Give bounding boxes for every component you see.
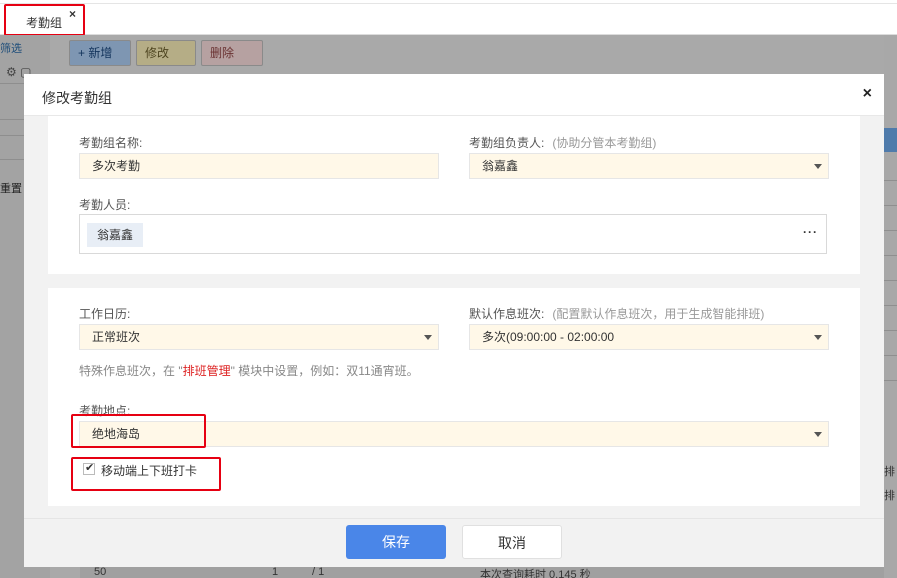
table-cell: 排 [884, 490, 895, 502]
dialog-title: 修改考勤组 [42, 90, 112, 106]
members-label: 考勤人员: [79, 198, 131, 212]
default-shift-value: 多次(09:00:00 - 02:00:00 [482, 330, 615, 344]
cancel-button[interactable]: 取消 [462, 525, 562, 559]
owner-label-text: 考勤组负责人: [469, 136, 545, 150]
background-add-button: + 新增 [69, 40, 131, 66]
chevron-down-icon [424, 335, 432, 340]
divider [884, 180, 897, 181]
default-shift-select[interactable]: 多次(09:00:00 - 02:00:00 [469, 324, 829, 350]
reset-link: 重置 [0, 183, 22, 195]
query-time: 本次查询耗时 0.145 秒 [480, 569, 591, 578]
owner-value: 翁嘉鑫 [482, 159, 519, 173]
mobile-checkin-label: 移动端上下班打卡 [101, 464, 198, 478]
dialog-header: 修改考勤组 × [24, 74, 884, 116]
default-shift-hint: (配置默认作息班次，用于生成智能排班) [552, 307, 765, 321]
background-edit-button: 修改 [136, 40, 196, 66]
table-cell: 排 [884, 466, 895, 478]
owner-hint: (协助分管本考勤组) [552, 136, 657, 150]
member-tag[interactable]: 翁嘉鑫 [87, 223, 144, 247]
dialog-body: 考勤组名称: 多次考勤 考勤组负责人: (协助分管本考勤组) 翁嘉鑫 考勤人员: … [24, 116, 884, 518]
divider [884, 355, 897, 356]
owner-select[interactable]: 翁嘉鑫 [469, 153, 829, 179]
divider [884, 305, 897, 306]
page-number: 1 [272, 566, 279, 578]
members-picker[interactable]: 翁嘉鑫 ··· [79, 214, 827, 254]
chevron-down-icon [814, 432, 822, 437]
location-label: 考勤地点: [79, 404, 131, 418]
tab-bar-top-line [0, 0, 897, 4]
dialog-footer: 保存 取消 [24, 518, 884, 567]
chevron-down-icon [814, 164, 822, 169]
tab-label: 考勤组 [26, 16, 63, 30]
divider [884, 205, 897, 206]
divider [884, 255, 897, 256]
checkmark-icon: ✔ [85, 462, 95, 474]
tab-attendance-group[interactable]: 考勤组 × [4, 4, 85, 36]
default-shift-label-text: 默认作息班次: [469, 307, 545, 321]
table-header [884, 128, 897, 152]
group-name-label: 考勤组名称: [79, 136, 143, 150]
special-shift-hint: 特殊作息班次，在 "排班管理" 模块中设置，例如：双11通宵班。 [79, 362, 419, 379]
default-shift-label: 默认作息班次: (配置默认作息班次，用于生成智能排班) [469, 305, 764, 322]
divider [884, 380, 897, 381]
special-hint-suffix: " 模块中设置，例如：双11通宵班。 [230, 364, 419, 378]
more-icon[interactable]: ··· [803, 225, 818, 239]
group-name-input[interactable]: 多次考勤 [79, 153, 439, 179]
divider [884, 280, 897, 281]
calendar-select[interactable]: 正常班次 [79, 324, 439, 350]
background-delete-button: 删除 [201, 40, 263, 66]
save-button[interactable]: 保存 [346, 525, 446, 559]
chevron-down-icon [814, 335, 822, 340]
divider [884, 330, 897, 331]
schedule-management-link[interactable]: 排班管理 [183, 364, 231, 378]
location-select[interactable]: 绝地海岛 [79, 421, 829, 447]
calendar-label: 工作日历: [79, 307, 131, 321]
calendar-value: 正常班次 [92, 330, 141, 344]
schedule-panel: 工作日历: 正常班次 默认作息班次: (配置默认作息班次，用于生成智能排班) 多次… [48, 288, 860, 506]
special-hint-prefix: 特殊作息班次，在 " [79, 364, 183, 378]
background-right-table: 排 排 [884, 35, 897, 578]
mobile-checkin-checkbox[interactable]: ✔ [83, 462, 95, 475]
owner-label: 考勤组负责人: (协助分管本考勤组) [469, 134, 656, 151]
page-size: 50 [94, 566, 107, 578]
total-pages: / 1 [312, 566, 325, 578]
tab-close-icon[interactable]: × [69, 8, 76, 20]
close-icon[interactable]: × [863, 85, 872, 103]
location-value: 绝地海岛 [92, 427, 141, 441]
filter-link: 筛选 [0, 43, 22, 55]
basic-info-panel: 考勤组名称: 多次考勤 考勤组负责人: (协助分管本考勤组) 翁嘉鑫 考勤人员: … [48, 116, 860, 274]
divider [884, 230, 897, 231]
edit-attendance-group-dialog: 修改考勤组 × 考勤组名称: 多次考勤 考勤组负责人: (协助分管本考勤组) 翁嘉… [24, 74, 884, 567]
tab-bar: 考勤组 × [0, 0, 897, 36]
